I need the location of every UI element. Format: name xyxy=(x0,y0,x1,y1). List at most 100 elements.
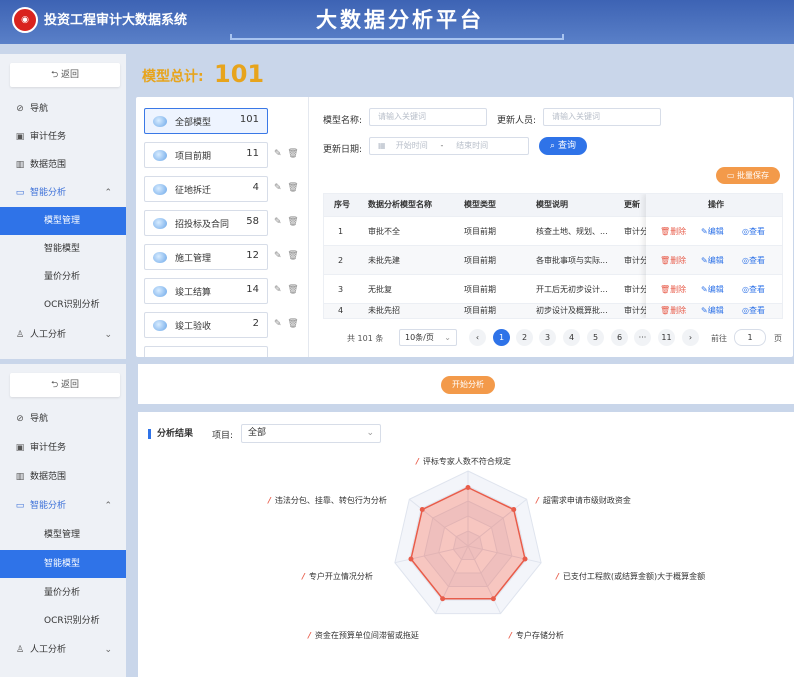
edit-icon[interactable]: ✎ xyxy=(274,217,282,227)
nav-item-smart-analysis[interactable]: ▭ 智能分析 ⌃ xyxy=(0,179,126,207)
radar-label: / 违法分包、挂靠、转包行为分析 xyxy=(268,496,387,505)
col-header-type: 模型类型 xyxy=(464,194,496,216)
col-header-name: 数据分析模型名称 xyxy=(368,194,432,216)
trash-icon[interactable]: 🗑 xyxy=(287,149,298,159)
project-label: 项目: xyxy=(212,431,234,441)
sub-item-ocr-analysis[interactable]: OCR识别分析 xyxy=(0,291,126,319)
page-button[interactable]: 11 xyxy=(658,329,675,346)
edit-link[interactable]: ✎编辑 xyxy=(701,217,724,246)
radar-point xyxy=(419,507,425,513)
table-row: 2 未批先建 项目前期 各审批事项与实际... 审计分 🗑删除 ✎编辑 ◎查看 xyxy=(324,245,782,275)
edit-icon[interactable]: ✎ xyxy=(274,183,282,193)
trash-icon[interactable]: 🗑 xyxy=(287,217,298,227)
globe-icon xyxy=(153,320,167,331)
radar-point xyxy=(408,556,414,562)
trash-icon[interactable]: 🗑 xyxy=(287,251,298,261)
page-button[interactable]: 2 xyxy=(516,329,533,346)
nav-item-data-scope[interactable]: ▥ 数据范围 xyxy=(0,463,126,491)
view-link[interactable]: ◎查看 xyxy=(742,217,765,246)
category-item[interactable]: 招投标及合同 58 xyxy=(144,210,268,236)
page-ellipsis-button[interactable]: ··· xyxy=(634,329,651,346)
query-button[interactable]: ⌕ 查询 xyxy=(539,137,587,155)
sub-item-model-management[interactable]: 模型管理 xyxy=(0,521,126,549)
trash-icon[interactable]: 🗑 xyxy=(287,319,298,329)
category-item[interactable]: 全部模型 101 xyxy=(144,108,268,134)
signal-icon: / xyxy=(268,496,271,505)
nav-item-manual-analysis[interactable]: ♙ 人工分析 ⌄ xyxy=(0,636,126,664)
trash-icon[interactable]: 🗑 xyxy=(287,183,298,193)
prev-page-button[interactable]: ‹ xyxy=(469,329,486,346)
nav-item-audit-task[interactable]: ▣ 审计任务 xyxy=(0,434,126,462)
category-actions: ✎ 🗑 xyxy=(274,285,299,295)
back-button[interactable]: ⮌ 返回 xyxy=(10,63,120,87)
page-size-select[interactable]: 10条/页 ⌄ xyxy=(399,329,457,346)
edit-link[interactable]: ✎编辑 xyxy=(701,275,724,304)
delete-link[interactable]: 🗑删除 xyxy=(660,304,686,318)
chevron-down-icon: ⌄ xyxy=(444,333,451,342)
nav-item-navigation[interactable]: ⊘ 导航 xyxy=(0,405,126,433)
audit-logo: ◉ xyxy=(12,7,38,33)
nav-item-smart-analysis[interactable]: ▭ 智能分析 ⌃ xyxy=(0,492,126,520)
category-item[interactable]: 项目前期 11 xyxy=(144,142,268,168)
page-button[interactable]: 4 xyxy=(563,329,580,346)
delete-link[interactable]: 🗑删除 xyxy=(660,275,686,304)
back-button[interactable]: ⮌ 返回 xyxy=(10,373,120,397)
category-item[interactable]: 竣工验收 2 xyxy=(144,312,268,338)
model-name-input[interactable]: 请输入关键词 xyxy=(369,108,487,126)
goto-label: 前往 xyxy=(711,334,727,343)
signal-icon: / xyxy=(509,631,512,640)
sub-item-smart-model[interactable]: 智能模型 xyxy=(0,235,126,263)
trash-icon: 🗑 xyxy=(660,306,671,315)
view-link[interactable]: ◎查看 xyxy=(742,275,765,304)
batch-save-button[interactable]: ▭ 批量保存 xyxy=(716,167,780,184)
page-button[interactable]: 6 xyxy=(611,329,628,346)
page-button[interactable]: 5 xyxy=(587,329,604,346)
category-item[interactable]: 征地拆迁 4 xyxy=(144,176,268,202)
edit-link[interactable]: ✎编辑 xyxy=(701,246,724,275)
category-item[interactable] xyxy=(144,346,268,357)
back-icon: ⮌ xyxy=(50,70,62,80)
page-button[interactable]: 3 xyxy=(539,329,556,346)
signal-icon: / xyxy=(308,631,311,640)
sidebar-bottom: ⮌ 返回 ⊘ 导航 ▣ 审计任务 ▥ 数据范围 ▭ 智能分析 ⌃ 模型管理 智能模型 量价… xyxy=(0,364,126,677)
updater-input[interactable]: 请输入关键词 xyxy=(543,108,661,126)
sub-item-price-analysis[interactable]: 量价分析 xyxy=(0,263,126,291)
view-link[interactable]: ◎查看 xyxy=(742,304,765,318)
sub-item-model-management[interactable]: 模型管理 xyxy=(0,207,126,235)
project-select[interactable]: 全部 ⌄ xyxy=(241,424,381,443)
edit-link[interactable]: ✎编辑 xyxy=(701,304,724,318)
start-analysis-bar: 开始分析 xyxy=(138,364,794,404)
chevron-left-icon: ‹ xyxy=(475,333,480,342)
category-actions: ✎ 🗑 xyxy=(274,149,299,159)
edit-icon[interactable]: ✎ xyxy=(274,149,282,159)
date-range-input[interactable]: ▦ 开始时间 - 结束时间 xyxy=(369,137,529,155)
goto-page-input[interactable]: 1 xyxy=(734,329,766,346)
edit-icon[interactable]: ✎ xyxy=(274,319,282,329)
radar-point xyxy=(490,596,496,602)
sub-item-price-analysis[interactable]: 量价分析 xyxy=(0,579,126,607)
edit-icon[interactable]: ✎ xyxy=(274,285,282,295)
radar-label: / 已支付工程款(或结算金额)大于概算金额 xyxy=(556,572,706,581)
view-link[interactable]: ◎查看 xyxy=(742,246,765,275)
delete-link[interactable]: 🗑删除 xyxy=(660,246,686,275)
page-button[interactable]: 1 xyxy=(493,329,510,346)
nav-item-audit-task[interactable]: ▣ 审计任务 xyxy=(0,123,126,151)
col-header-desc: 模型说明 xyxy=(536,194,568,216)
start-analysis-button[interactable]: 开始分析 xyxy=(441,376,495,394)
trash-icon: 🗑 xyxy=(660,256,671,265)
trash-icon[interactable]: 🗑 xyxy=(287,285,298,295)
nav-item-navigation[interactable]: ⊘ 导航 xyxy=(0,95,126,123)
edit-icon: ✎ xyxy=(701,256,708,265)
delete-link[interactable]: 🗑删除 xyxy=(660,217,686,246)
nav-item-data-scope[interactable]: ▥ 数据范围 xyxy=(0,151,126,179)
nav-item-manual-analysis[interactable]: ♙ 人工分析 ⌄ xyxy=(0,321,126,349)
globe-icon xyxy=(153,184,167,195)
next-page-button[interactable]: › xyxy=(682,329,699,346)
sub-item-smart-model[interactable]: 智能模型 xyxy=(0,550,126,578)
category-item[interactable]: 竣工结算 14 xyxy=(144,278,268,304)
category-item[interactable]: 施工管理 12 xyxy=(144,244,268,270)
sub-item-ocr-analysis[interactable]: OCR识别分析 xyxy=(0,607,126,635)
analysis-title: 分析结果 xyxy=(148,429,193,439)
edit-icon[interactable]: ✎ xyxy=(274,251,282,261)
chevron-up-icon: ⌃ xyxy=(104,501,112,511)
